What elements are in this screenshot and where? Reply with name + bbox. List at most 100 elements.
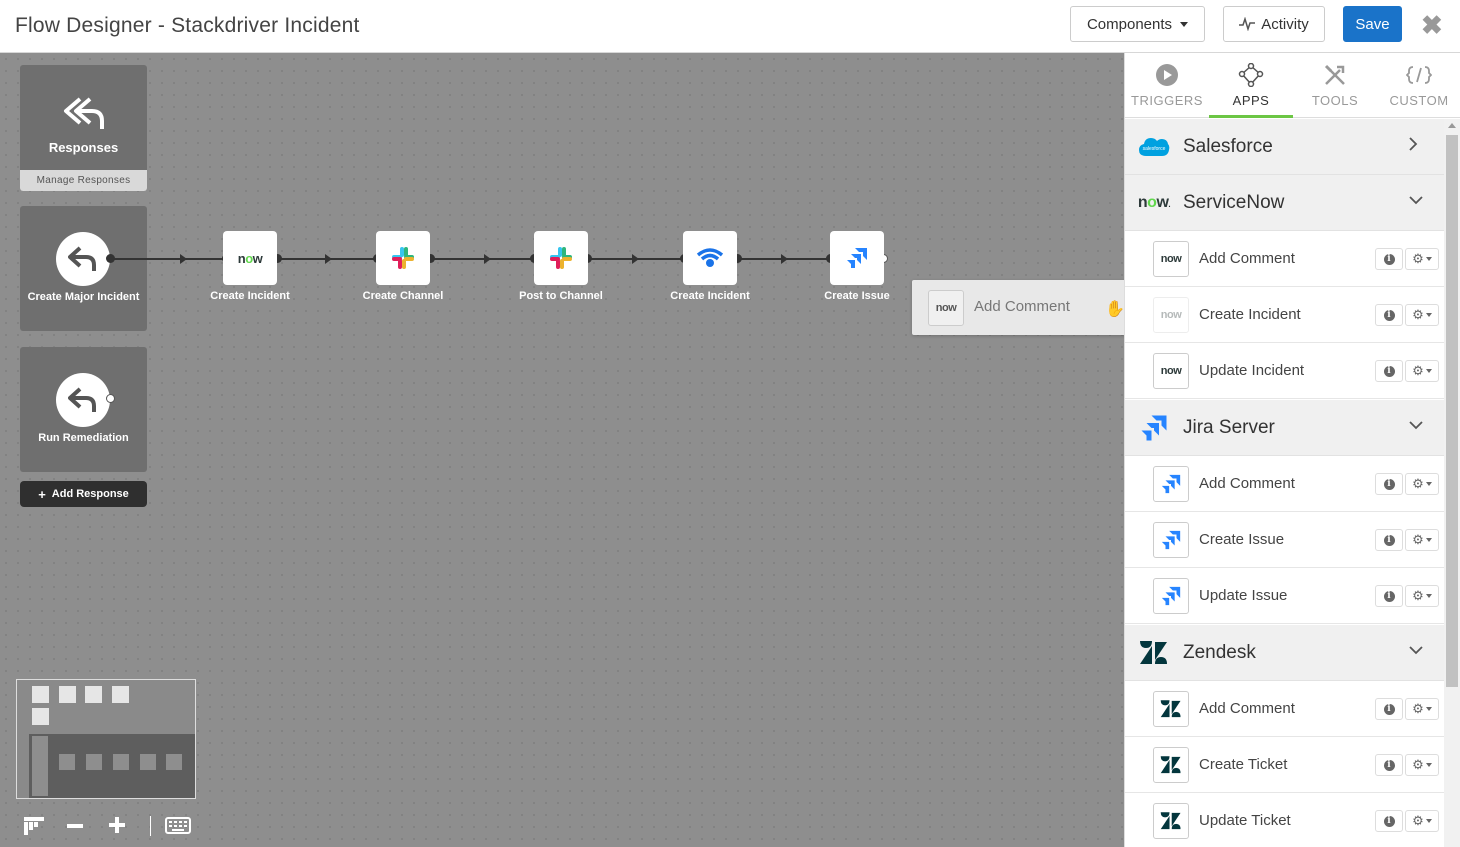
minimap[interactable] bbox=[16, 679, 196, 799]
close-icon[interactable]: ✖ bbox=[1421, 12, 1443, 38]
info-button[interactable]: i bbox=[1375, 810, 1403, 832]
gear-icon: ⚙ bbox=[1412, 476, 1424, 491]
tab-label: CUSTOM bbox=[1389, 93, 1449, 108]
response-run-remediation[interactable]: Run Remediation bbox=[20, 347, 147, 472]
app-group-salesforce[interactable]: salesforce Salesforce bbox=[1125, 119, 1447, 175]
list-item[interactable]: Add Comment i ⚙ bbox=[1125, 456, 1447, 512]
info-button[interactable]: i bbox=[1375, 360, 1403, 382]
chevron-down-icon bbox=[1180, 21, 1189, 27]
list-item[interactable]: Update Ticket i ⚙ bbox=[1125, 793, 1447, 847]
add-response-button[interactable]: + Add Response bbox=[20, 481, 147, 507]
flow-connector bbox=[110, 258, 226, 260]
tab-label: TRIGGERS bbox=[1131, 93, 1203, 108]
action-name: Update Ticket bbox=[1199, 812, 1291, 829]
activity-icon bbox=[1239, 17, 1256, 31]
keyboard-icon[interactable] bbox=[165, 817, 191, 834]
chevron-down-icon bbox=[1408, 192, 1424, 210]
settings-dropdown[interactable]: ⚙ bbox=[1405, 585, 1439, 607]
zoom-in-icon[interactable] bbox=[109, 817, 125, 833]
arrow-right-icon bbox=[325, 254, 332, 264]
info-icon: i bbox=[1383, 478, 1395, 490]
minimap-node bbox=[32, 736, 48, 796]
info-button[interactable]: i bbox=[1375, 529, 1403, 551]
list-item[interactable]: Add Comment i ⚙ bbox=[1125, 681, 1447, 737]
components-dropdown[interactable]: Components bbox=[1070, 6, 1205, 42]
app-group-zendesk[interactable]: Zendesk bbox=[1125, 625, 1447, 681]
tab-label: TOOLS bbox=[1311, 93, 1359, 108]
reply-icon bbox=[56, 373, 110, 427]
info-button[interactable]: i bbox=[1375, 473, 1403, 495]
zendesk-icon bbox=[1153, 747, 1189, 783]
list-item[interactable]: Create Issue i ⚙ bbox=[1125, 512, 1447, 568]
gear-icon: ⚙ bbox=[1412, 813, 1424, 828]
arrow-right-icon bbox=[484, 254, 491, 264]
page-title: Flow Designer - Stackdriver Incident bbox=[15, 14, 360, 37]
flow-node[interactable]: now bbox=[223, 231, 277, 285]
settings-dropdown[interactable]: ⚙ bbox=[1405, 754, 1439, 776]
header-bar: Flow Designer - Stackdriver Incident Com… bbox=[0, 0, 1460, 53]
arrow-right-icon bbox=[632, 254, 639, 264]
action-name: Create Ticket bbox=[1199, 756, 1288, 773]
settings-dropdown[interactable]: ⚙ bbox=[1405, 473, 1439, 495]
settings-dropdown[interactable]: ⚙ bbox=[1405, 698, 1439, 720]
gear-icon: ⚙ bbox=[1412, 363, 1424, 378]
list-item[interactable]: Update Issue i ⚙ bbox=[1125, 568, 1447, 624]
play-icon bbox=[1156, 64, 1178, 86]
flow-node-label: Create Issue bbox=[824, 290, 890, 302]
zoom-out-icon[interactable] bbox=[67, 824, 83, 828]
chevron-down-icon bbox=[1425, 538, 1432, 542]
tab-apps[interactable]: APPS bbox=[1209, 53, 1293, 118]
save-button[interactable]: Save bbox=[1343, 6, 1402, 42]
info-icon: i bbox=[1383, 759, 1395, 771]
responses-card[interactable]: Responses Manage Responses bbox=[20, 65, 147, 191]
app-group-name: Salesforce bbox=[1183, 136, 1273, 157]
flow-node[interactable] bbox=[376, 231, 430, 285]
tab-triggers[interactable]: TRIGGERS bbox=[1125, 53, 1209, 118]
settings-dropdown[interactable]: ⚙ bbox=[1405, 248, 1439, 270]
tab-tools[interactable]: TOOLS bbox=[1293, 53, 1377, 118]
chevron-right-icon bbox=[1408, 136, 1418, 157]
settings-dropdown[interactable]: ⚙ bbox=[1405, 810, 1439, 832]
flow-node[interactable] bbox=[683, 231, 737, 285]
zendesk-icon bbox=[1153, 691, 1189, 727]
flow-node[interactable] bbox=[830, 231, 884, 285]
plus-icon: + bbox=[38, 486, 46, 502]
info-button[interactable]: i bbox=[1375, 248, 1403, 270]
info-button[interactable]: i bbox=[1375, 585, 1403, 607]
servicenow-icon: now bbox=[1153, 353, 1189, 389]
layout-icon[interactable] bbox=[24, 817, 44, 835]
flow-node[interactable] bbox=[534, 231, 588, 285]
connector-port[interactable] bbox=[106, 254, 115, 263]
tools-icon bbox=[1324, 64, 1345, 85]
grab-hand-icon: ✋ bbox=[1105, 301, 1125, 318]
settings-dropdown[interactable]: ⚙ bbox=[1405, 360, 1439, 382]
info-button[interactable]: i bbox=[1375, 754, 1403, 776]
info-button[interactable]: i bbox=[1375, 698, 1403, 720]
tab-custom[interactable]: CUSTOM bbox=[1377, 53, 1460, 118]
scrollbar-thumb[interactable] bbox=[1446, 135, 1458, 687]
list-item[interactable]: Create Ticket i ⚙ bbox=[1125, 737, 1447, 793]
response-create-major-incident[interactable]: Create Major Incident bbox=[20, 206, 147, 331]
connector-port[interactable] bbox=[106, 394, 115, 403]
gear-icon: ⚙ bbox=[1412, 251, 1424, 266]
servicenow-icon: now bbox=[1153, 241, 1189, 277]
arrow-right-icon bbox=[781, 254, 788, 264]
panel-tabs: TRIGGERS APPS TOOLS CUSTOM bbox=[1125, 53, 1460, 118]
app-group-jira[interactable]: Jira Server bbox=[1125, 400, 1447, 456]
info-icon: i bbox=[1383, 703, 1395, 715]
minimap-node bbox=[112, 686, 129, 703]
stackdriver-icon bbox=[696, 248, 724, 267]
info-button[interactable]: i bbox=[1375, 304, 1403, 326]
settings-dropdown[interactable]: ⚙ bbox=[1405, 304, 1439, 326]
gear-icon: ⚙ bbox=[1412, 701, 1424, 716]
activity-button[interactable]: Activity bbox=[1223, 6, 1325, 42]
list-item[interactable]: now Add Comment i ⚙ bbox=[1125, 231, 1447, 287]
dragged-action-label: Add Comment bbox=[974, 298, 1070, 315]
manage-responses-link[interactable]: Manage Responses bbox=[20, 170, 147, 191]
scroll-up-icon[interactable] bbox=[1448, 123, 1456, 128]
settings-dropdown[interactable]: ⚙ bbox=[1405, 529, 1439, 551]
app-group-servicenow[interactable]: now. ServiceNow bbox=[1125, 175, 1447, 231]
components-panel: TRIGGERS APPS TOOLS CUSTOM salesforce Sa… bbox=[1124, 53, 1460, 847]
list-item[interactable]: now Update Incident i ⚙ bbox=[1125, 343, 1447, 399]
list-item[interactable]: now Create Incident i ⚙ bbox=[1125, 287, 1447, 343]
